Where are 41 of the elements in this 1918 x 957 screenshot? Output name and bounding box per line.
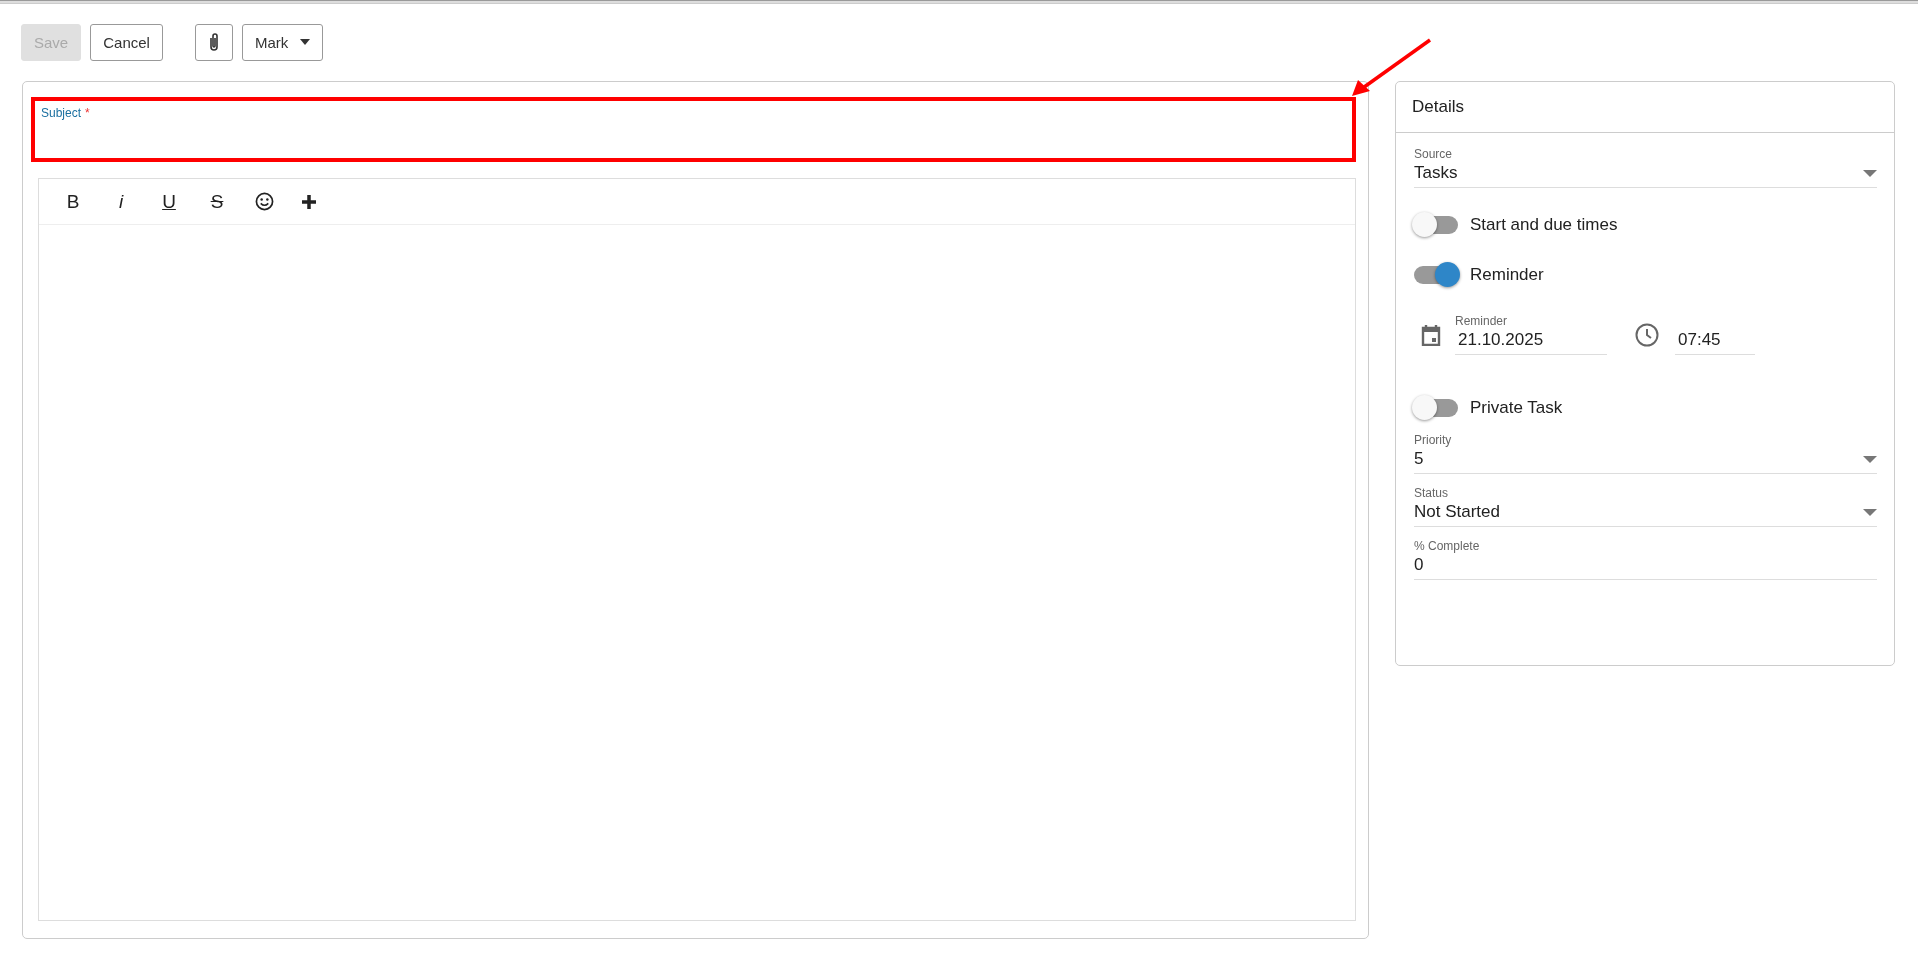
panel-title: Details	[1396, 82, 1894, 133]
time-field[interactable]: 07:45	[1675, 314, 1755, 355]
dropdown-field[interactable]: Source Tasks	[1414, 147, 1877, 188]
subject-field[interactable]: Subject *	[31, 97, 1356, 162]
field-value: Tasks	[1414, 163, 1458, 183]
clock-icon	[1635, 322, 1659, 347]
field-value: 21.10.2025	[1457, 330, 1545, 350]
field-value: 07:45	[1677, 329, 1722, 350]
subject-label: Subject	[41, 106, 82, 120]
italic-button[interactable]: i	[111, 190, 131, 213]
bold-button[interactable]: B	[63, 190, 83, 213]
cancel-button[interactable]: Cancel	[90, 23, 163, 61]
field-value: Not Started	[1414, 502, 1500, 522]
input-field[interactable]: % Complete 0	[1414, 539, 1877, 580]
toggle-label: Start and due times	[1470, 215, 1618, 235]
strikethrough-button[interactable]: S	[207, 190, 227, 213]
field-value: 0	[1414, 555, 1424, 575]
field-label: Priority	[1414, 433, 1453, 447]
underline-button[interactable]: U	[159, 190, 179, 213]
field-label: % Complete	[1414, 539, 1481, 553]
dropdown-arrow-icon	[1863, 169, 1877, 177]
dropdown-arrow-icon	[1863, 455, 1877, 463]
field-label: Status	[1414, 486, 1450, 500]
field-label: Reminder	[1455, 314, 1509, 328]
field-label: Source	[1414, 147, 1454, 161]
paperclip-icon	[208, 32, 219, 52]
calendar-icon	[1421, 323, 1441, 346]
toggle-label: Reminder	[1470, 265, 1544, 285]
smiley-icon[interactable]	[255, 192, 274, 211]
dropdown-arrow-icon	[1863, 508, 1877, 516]
mark-dropdown[interactable]: Mark	[241, 23, 324, 61]
required-mark: *	[85, 106, 90, 120]
field-value: 5	[1414, 449, 1424, 469]
caret-icon	[300, 39, 311, 45]
dropdown-field[interactable]: Priority 5	[1414, 433, 1877, 474]
text-editor[interactable]: B i U S	[38, 178, 1356, 921]
date-field[interactable]: Reminder 21.10.2025	[1455, 314, 1607, 355]
attach-button[interactable]	[194, 23, 233, 61]
plus-icon[interactable]	[302, 194, 316, 209]
dropdown-field[interactable]: Status Not Started	[1414, 486, 1877, 527]
toggle-label: Private Task	[1470, 398, 1563, 418]
